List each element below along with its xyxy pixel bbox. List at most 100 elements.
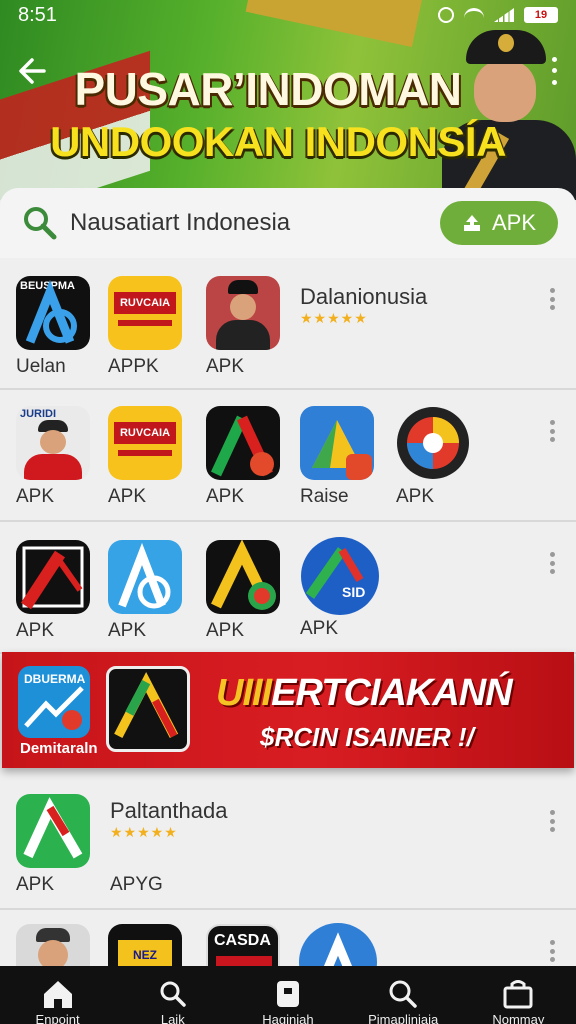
app-tile[interactable]: BEUSPMA Uelan xyxy=(16,276,96,378)
apk-button-label: APK xyxy=(491,210,537,235)
app-label: APK xyxy=(206,620,245,641)
nav-item-apps[interactable]: Haginiah xyxy=(233,978,343,1024)
status-bar: 8:51 19 xyxy=(0,0,576,30)
promo-subline: $RCIN ISAINER !/ xyxy=(260,722,474,752)
app-tile[interactable]: APK xyxy=(206,406,286,508)
promo-banner[interactable]: DBUERMA Demitaraln UIIIERTCIAKANŃ $RCIN … xyxy=(2,652,574,768)
app-tile[interactable] xyxy=(16,924,96,968)
hero-banner: PUSAR’INDOMAN UNDOOKAN INDONSÍA xyxy=(0,0,576,200)
app-tile[interactable]: APK xyxy=(396,406,476,508)
app-label: APPK xyxy=(108,356,159,377)
more-options-button[interactable] xyxy=(548,940,556,962)
list-row: BEUSPMA Uelan RUVCAIA APPK APK Dalanionu… xyxy=(0,258,576,390)
more-options-button[interactable] xyxy=(548,552,556,574)
status-icons: 19 xyxy=(438,7,558,23)
app-label: APK xyxy=(206,356,245,377)
app-icon: JURIDI xyxy=(16,406,90,480)
promo-headline: UIIIERTCIAKANŃ xyxy=(216,672,513,715)
app-label: APK xyxy=(16,486,55,507)
nav-label: Pimapliniaia xyxy=(368,1012,439,1024)
more-options-button[interactable] xyxy=(548,810,556,832)
app-tile[interactable]: APK xyxy=(206,276,286,378)
app-icon: SID xyxy=(300,536,380,616)
app-tile[interactable]: NEZ xyxy=(108,924,188,968)
search-icon xyxy=(24,207,57,240)
promo-caption: Demitaraln xyxy=(20,740,98,757)
app-list: BEUSPMA Uelan RUVCAIA APPK APK Dalanionu… xyxy=(0,258,576,968)
app-icon xyxy=(298,922,378,968)
app-label: APK xyxy=(16,620,55,641)
app-icon xyxy=(16,794,90,868)
status-time: 8:51 xyxy=(18,3,57,26)
more-options-button[interactable] xyxy=(548,288,556,310)
battery-icon: 19 xyxy=(524,7,558,23)
search-icon xyxy=(160,981,186,1007)
bag-icon xyxy=(503,980,533,1009)
app-tile[interactable]: Raise xyxy=(300,406,380,508)
nav-item-library[interactable]: Nommay xyxy=(463,978,573,1024)
nav-item-explore[interactable]: Pimapliniaia xyxy=(348,978,458,1024)
list-row: JURIDI APK RUVCAIA APK APK Raise APK xyxy=(0,390,576,522)
nav-label: Enpoint xyxy=(35,1012,80,1024)
app-label: APK xyxy=(396,486,435,507)
app-tile[interactable]: SID APK xyxy=(300,536,380,640)
app-store-screen: PUSAR’INDOMAN UNDOOKAN INDONSÍA 8:51 19 … xyxy=(0,0,576,1024)
rating-stars: ★★★★★ xyxy=(110,824,178,840)
promo-app-icon[interactable]: DBUERMA xyxy=(18,666,90,738)
bottom-navigation: Enpoint Laik Haginiah Pimapliniaia Nomma… xyxy=(0,966,576,1024)
app-icon xyxy=(16,540,90,614)
more-options-button[interactable] xyxy=(548,420,556,442)
app-tile[interactable]: APK xyxy=(16,794,96,896)
app-icon: NEZ xyxy=(108,924,182,968)
app-icon: CASDA xyxy=(206,924,280,968)
wifi-icon xyxy=(464,8,484,22)
nav-label: Laik xyxy=(160,1012,185,1024)
app-label: APK xyxy=(108,620,147,641)
nav-label: Nommay xyxy=(492,1012,545,1024)
upload-icon xyxy=(463,215,480,231)
app-label: APK xyxy=(16,874,55,895)
promo-headline-part2: ERTCIAKANŃ xyxy=(271,672,513,714)
back-button[interactable] xyxy=(14,54,54,88)
search-query[interactable]: Nausatiart Indonesia xyxy=(70,209,440,237)
search-bar[interactable]: Nausatiart Indonesia APK xyxy=(0,188,576,258)
app-icon xyxy=(206,276,280,350)
hero-title-line2: UNDOOKAN INDONSÍA xyxy=(50,118,506,165)
signal-icon xyxy=(494,8,514,22)
row-title[interactable]: Dalanionusia xyxy=(300,284,427,310)
app-tile[interactable]: APK xyxy=(206,540,286,642)
app-tile[interactable]: RUVCAIA APPK xyxy=(108,276,188,378)
promo-app-icon[interactable] xyxy=(106,666,190,752)
app-tile[interactable]: APK xyxy=(108,540,188,642)
app-label: APK xyxy=(300,618,339,639)
app-icon xyxy=(16,924,90,968)
nav-label: Haginiah xyxy=(262,1012,314,1024)
app-tile[interactable]: JURIDI APK xyxy=(16,406,96,508)
app-icon xyxy=(396,406,470,480)
arrow-left-icon xyxy=(19,58,46,84)
app-label: Uelan xyxy=(16,356,66,377)
app-tile[interactable]: CASDA xyxy=(206,924,286,968)
app-icon xyxy=(300,406,374,480)
list-row: APK APK APK SID APK xyxy=(0,522,576,654)
magnifier-icon xyxy=(389,980,417,1008)
app-tile[interactable] xyxy=(298,922,378,968)
more-options-button[interactable] xyxy=(544,54,564,88)
app-icon: RUVCAIA xyxy=(108,276,182,350)
row-title[interactable]: Paltanthada xyxy=(110,798,227,824)
app-icon: BEUSPMA xyxy=(16,276,90,350)
app-icon xyxy=(206,406,280,480)
app-tile[interactable]: RUVCAIA APK xyxy=(108,406,188,508)
app-tile[interactable]: APK xyxy=(16,540,96,642)
apk-button[interactable]: APK xyxy=(440,201,558,245)
app-label: Raise xyxy=(300,486,349,507)
app-icon: RUVCAIA xyxy=(108,406,182,480)
app-icon xyxy=(108,540,182,614)
hero-title-line1: PUSAR’INDOMAN xyxy=(74,63,462,115)
promo-headline-part1: UIII xyxy=(216,672,272,714)
home-icon xyxy=(43,981,72,1008)
nav-item-search[interactable]: Laik xyxy=(118,978,228,1024)
app-icon xyxy=(206,540,280,614)
nav-item-home[interactable]: Enpoint xyxy=(3,978,113,1024)
list-row: APK Paltanthada ★★★★★ APYG xyxy=(0,780,576,910)
